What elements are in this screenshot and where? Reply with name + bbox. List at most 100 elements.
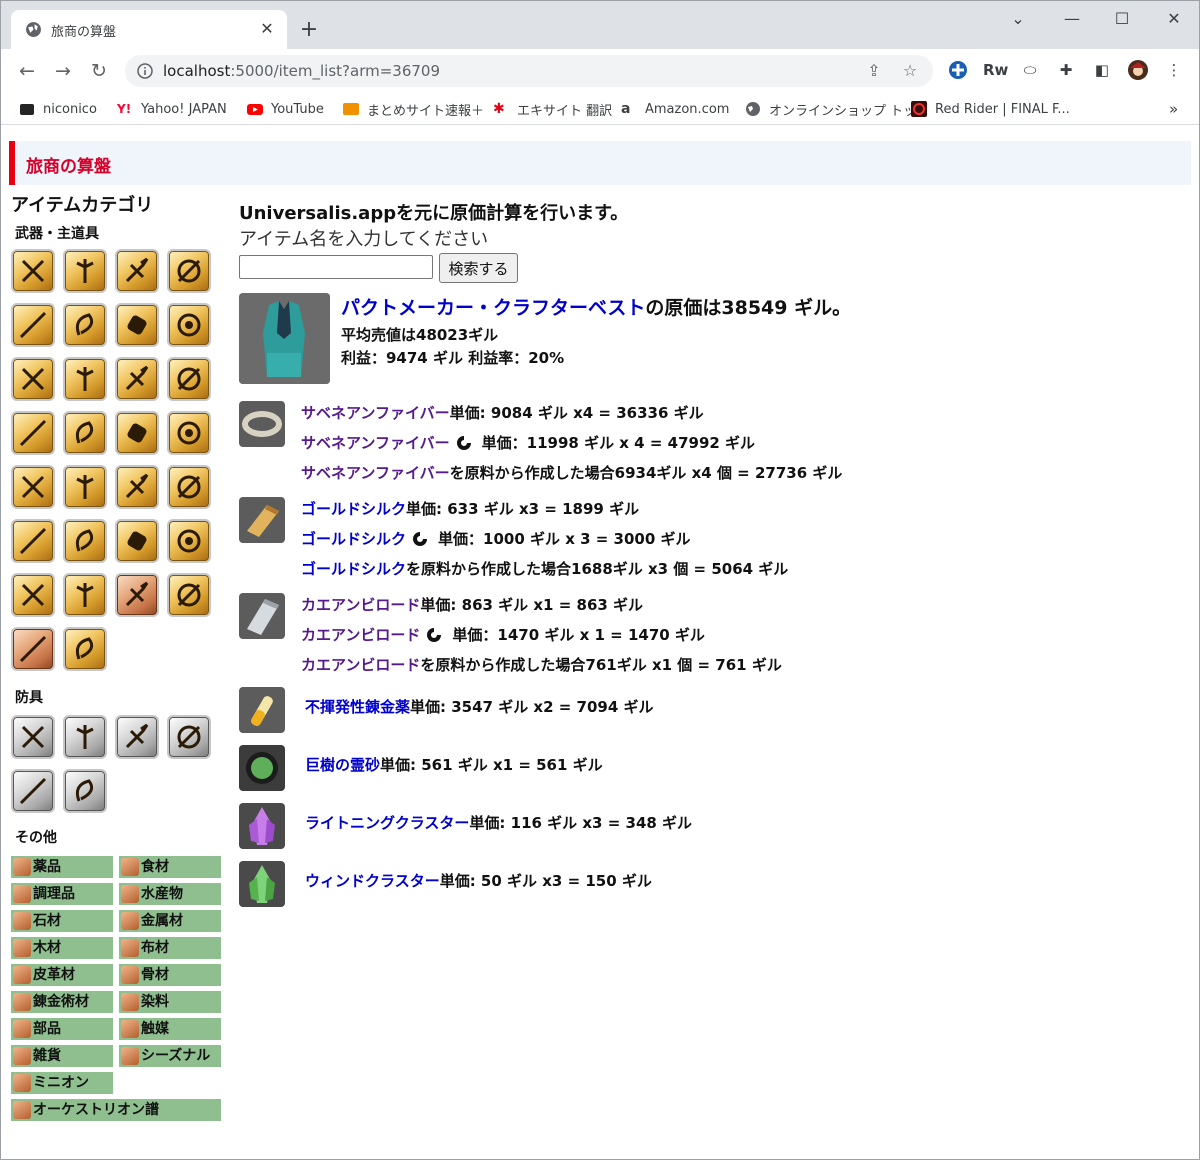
info-icon[interactable] [137,63,153,79]
bookmark-amazon[interactable]: a Amazon.com [621,100,729,118]
extension-blue-icon[interactable] [947,59,969,81]
bookmark-excite[interactable]: ✱ エキサイト 翻訳 [493,100,612,119]
category-seafood[interactable]: 水産物 [119,883,221,905]
weapon-category-fisher[interactable] [11,627,55,671]
bookmark-youtube[interactable]: YouTube [247,100,324,118]
star-icon[interactable]: ☆ [899,60,921,82]
bookmark-onlineshop[interactable]: オンラインショップ トッ... [745,100,929,119]
mouse-icon[interactable]: ⬭ [1019,59,1041,81]
weapon-category-reaper[interactable] [11,465,55,509]
material-link[interactable]: サベネアンファイバー [301,462,450,483]
category-metal[interactable]: 金属材 [119,910,221,932]
weapon-category-astrologian[interactable] [167,357,211,401]
tab-close-icon[interactable]: ✕ [257,19,277,39]
rw-extension-icon[interactable]: Rw [983,59,1008,81]
category-bone[interactable]: 骨材 [119,964,221,986]
maximize-icon[interactable]: ☐ [1107,7,1137,31]
weapon-category-lancer[interactable] [167,249,211,293]
armor-category-body[interactable] [115,715,159,759]
category-seasonal[interactable]: シーズナル [119,1045,221,1067]
weapon-category-gunbreaker[interactable] [115,411,159,455]
search-button[interactable]: 検索する [439,253,518,283]
material-link[interactable]: サベネアンファイバー [301,432,450,453]
weapon-category-armorer[interactable] [11,519,55,563]
weapon-category-miner[interactable] [115,573,159,617]
bookmark-redrider[interactable]: Red Rider | FINAL F... [911,100,1070,118]
weapon-category-culinarian[interactable] [63,573,107,617]
material-link[interactable]: ゴールドシルク [301,558,406,579]
material-link[interactable]: ウィンドクラスター [305,870,440,891]
item-search-input[interactable] [239,255,433,279]
category-lumber[interactable]: 木材 [11,937,113,959]
category-orchestrion[interactable]: オーケストリオン譜 [11,1099,221,1121]
weapon-category-weaver[interactable] [167,519,211,563]
material-link[interactable]: ライトニングクラスター [305,812,469,833]
sidepanel-icon[interactable]: ◧ [1091,59,1113,81]
weapon-category-goldsmith[interactable] [63,519,107,563]
site-title[interactable]: 旅商の算盤 [26,152,111,177]
reload-icon[interactable]: ↻ [87,59,111,83]
share-icon[interactable]: ⇪ [863,60,885,82]
material-link[interactable]: カエアンビロード [301,654,420,675]
weapon-category-carpenter[interactable] [115,465,159,509]
weapon-category-samurai[interactable] [11,411,55,455]
bookmark-yahoo[interactable]: Y! Yahoo! JAPAN [117,100,227,118]
material-link[interactable]: カエアンビロード [301,624,420,645]
category-meals[interactable]: 調理品 [11,883,113,905]
armor-category-hands[interactable] [167,715,211,759]
category-ingredients[interactable]: 食材 [119,856,221,878]
bookmark-matome[interactable]: まとめサイト速報＋ [343,100,484,119]
material-link[interactable]: ゴールドシルク [301,498,406,519]
weapon-category-dancer[interactable] [167,411,211,455]
weapon-category-pugilist[interactable] [11,249,55,293]
material-link[interactable]: サベネアンファイバー [301,402,450,423]
address-bar[interactable]: localhost:5000/item_list?arm=36709 ⇪ ☆ [125,55,933,87]
weapon-category-conjurer[interactable] [115,303,159,347]
weapon-category-arcanist[interactable] [11,357,55,401]
tab-search-icon[interactable]: ⌄ [1003,7,1033,31]
new-tab-icon[interactable]: + [297,18,321,42]
close-window-icon[interactable]: ✕ [1159,7,1189,31]
menu-icon[interactable]: ⋮ [1163,59,1185,81]
tab-active[interactable]: 旅商の算盤 ✕ [11,10,287,49]
weapon-category-dark-knight[interactable] [115,357,159,401]
bookmark-niconico[interactable]: niconico [19,100,97,118]
profile-avatar[interactable] [1127,59,1149,81]
weapon-category-fisher-secondary[interactable] [63,627,107,671]
category-reagents[interactable]: 錬金術材 [11,991,113,1013]
weapon-category-leatherworker[interactable] [115,519,159,563]
weapon-category-machinist[interactable] [63,357,107,401]
weapon-category-sage[interactable] [63,465,107,509]
back-icon[interactable]: ← [15,59,39,83]
category-leather[interactable]: 皮革材 [11,964,113,986]
material-link[interactable]: 不揮発性錬金薬 [305,696,410,717]
weapon-category-rogue[interactable] [63,303,107,347]
product-link[interactable]: パクトメーカー・クラフターベスト [341,297,645,319]
material-link[interactable]: 巨樹の霊砂 [305,754,380,775]
category-miscellany[interactable]: 雑貨 [11,1045,113,1067]
material-link[interactable]: ゴールドシルク [301,528,406,549]
weapon-category-alchemist[interactable] [11,573,55,617]
weapon-category-gladiator[interactable] [63,249,107,293]
weapon-category-red-mage[interactable] [63,411,107,455]
category-stone[interactable]: 石材 [11,910,113,932]
armor-category-legs[interactable] [11,769,55,813]
category-parts[interactable]: 部品 [11,1018,113,1040]
category-cloth[interactable]: 布材 [119,937,221,959]
minimize-icon[interactable]: — [1057,7,1087,31]
category-catalysts[interactable]: 触媒 [119,1018,221,1040]
weapon-category-blacksmith[interactable] [167,465,211,509]
category-dyes[interactable]: 染料 [119,991,221,1013]
forward-icon[interactable]: → [51,59,75,83]
material-link[interactable]: カエアンビロード [301,594,420,615]
armor-category-shield[interactable] [11,715,55,759]
more-bookmarks-icon[interactable]: » [1169,100,1178,118]
category-minions[interactable]: ミニオン [11,1072,113,1094]
category-medicine[interactable]: 薬品 [11,856,113,878]
armor-category-head[interactable] [63,715,107,759]
weapon-category-botanist[interactable] [167,573,211,617]
weapon-category-thaumaturge[interactable] [167,303,211,347]
armor-category-feet[interactable] [63,769,107,813]
weapon-category-marauder[interactable] [115,249,159,293]
weapon-category-archer[interactable] [11,303,55,347]
